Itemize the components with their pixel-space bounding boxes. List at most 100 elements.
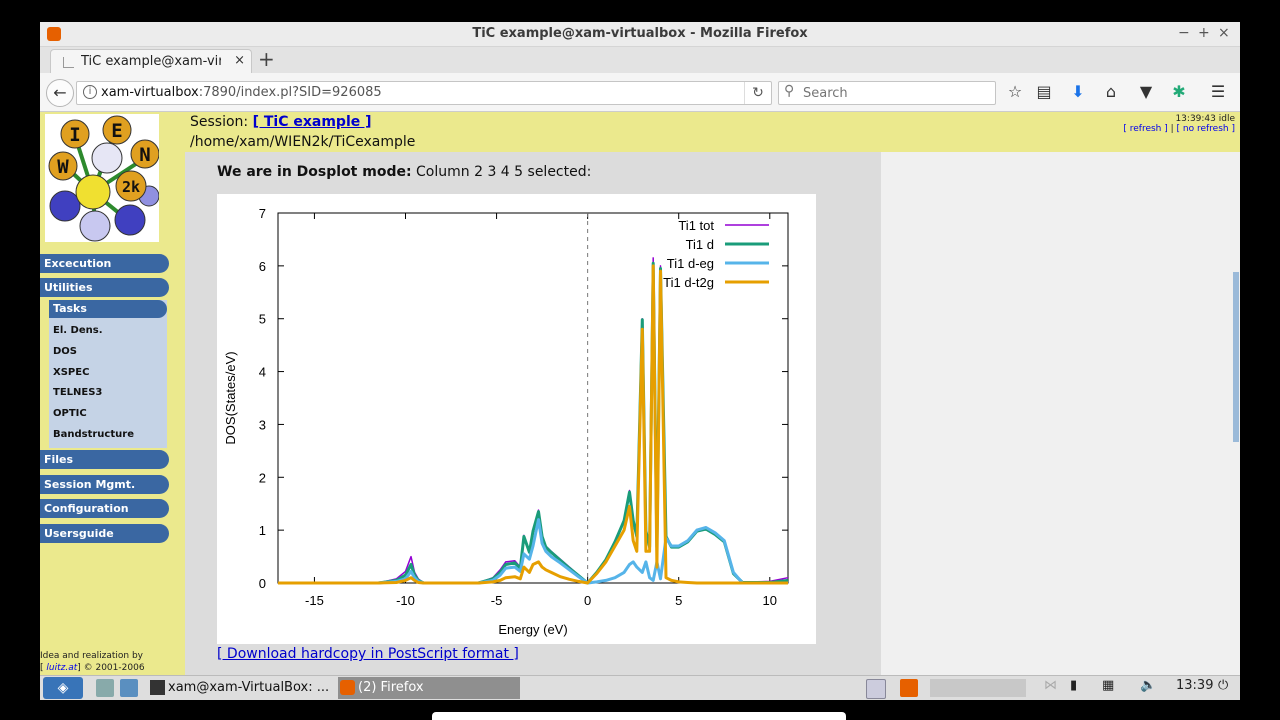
nav-usersguide[interactable]: Usersguide bbox=[40, 524, 169, 543]
x-tick-label: 0 bbox=[584, 593, 591, 608]
dos-plot: -15 -10 -5 0 5 10 0 1 2 3 4 5 6 7 Ti1 tot Ti1 d Ti1 d-e… bbox=[217, 194, 816, 644]
credits-link[interactable]: luitz.at bbox=[46, 663, 77, 673]
extension-icon[interactable]: ✱ bbox=[1168, 81, 1190, 103]
desktop-pager-1[interactable] bbox=[866, 679, 886, 699]
nav-tasks[interactable]: Tasks bbox=[49, 300, 167, 318]
y-tick-label: 7 bbox=[259, 206, 266, 221]
start-menu-button[interactable]: ◈ bbox=[43, 677, 83, 699]
wien2k-logo: I E N W 2k bbox=[45, 114, 159, 242]
bookmark-star-icon[interactable]: ☆ bbox=[1004, 81, 1026, 103]
session-link[interactable]: [ TiC example ] bbox=[253, 114, 372, 130]
refresh-separator: | bbox=[1167, 124, 1177, 134]
window-title: TiC example@xam-virtualbox - Mozilla Fir… bbox=[472, 26, 808, 41]
refresh-link[interactable]: [ refresh ] bbox=[1123, 124, 1167, 134]
logo-letter-w: W bbox=[57, 156, 69, 178]
scrollbar[interactable] bbox=[1233, 272, 1239, 442]
empty-right-area bbox=[881, 152, 1240, 675]
x-tick-label: 5 bbox=[675, 593, 682, 608]
home-icon[interactable]: ⌂ bbox=[1100, 81, 1122, 103]
nav-files[interactable]: Files bbox=[40, 450, 169, 469]
x-tick-label: 10 bbox=[763, 593, 777, 608]
bookmarks-list-icon[interactable]: ▤ bbox=[1033, 81, 1055, 103]
navigation-bar: ← i xam-virtualbox:7890/index.pl?SID=926… bbox=[40, 73, 1240, 112]
battery-icon[interactable]: ▮ bbox=[1070, 678, 1077, 693]
nav-excecution[interactable]: Excecution bbox=[40, 254, 169, 273]
legend-label-2: Ti1 d-eg bbox=[667, 256, 714, 271]
terminal-icon bbox=[150, 680, 165, 695]
session-path: /home/xam/WIEN2k/TiCexample bbox=[190, 134, 416, 150]
taskbar-terminal[interactable]: xam@xam-VirtualBox: ... bbox=[148, 677, 334, 699]
cpu-monitor bbox=[930, 679, 1026, 697]
dos-chart: -15 -10 -5 0 5 10 0 1 2 3 4 5 6 7 Ti1 tot Ti1 d Ti1 d-e… bbox=[223, 206, 789, 637]
web-page: I E N W 2k Excecution Utilities Tasks El… bbox=[40, 112, 1240, 675]
maximize-button[interactable]: + bbox=[1198, 25, 1210, 41]
y-axis-label: DOS(States/eV) bbox=[223, 351, 238, 444]
tab-strip: TiC example@xam-virtualbox × + bbox=[40, 47, 1240, 74]
y-tick-label: 3 bbox=[259, 417, 266, 432]
nav-optic[interactable]: OPTIC bbox=[53, 408, 87, 419]
legend-label-1: Ti1 d bbox=[686, 237, 714, 252]
close-window-button[interactable]: × bbox=[1218, 25, 1230, 41]
back-button[interactable]: ← bbox=[46, 79, 74, 107]
y-tick-label: 0 bbox=[259, 576, 266, 591]
taskbar-clock: 13:39 bbox=[1176, 678, 1214, 693]
credits-line2: ] © 2001-2006 bbox=[77, 663, 145, 673]
menu-icon[interactable]: ☰ bbox=[1207, 81, 1229, 103]
tab-tic-example[interactable]: TiC example@xam-virtualbox × bbox=[50, 49, 252, 74]
info-icon[interactable]: i bbox=[83, 85, 97, 99]
nav-session-mgmt[interactable]: Session Mgmt. bbox=[40, 475, 169, 494]
browser-launcher-icon[interactable] bbox=[120, 679, 138, 697]
nav-configuration[interactable]: Configuration bbox=[40, 499, 169, 518]
y-tick-label: 5 bbox=[259, 312, 266, 327]
new-tab-button[interactable]: + bbox=[258, 47, 275, 71]
nav-dos[interactable]: DOS bbox=[53, 346, 77, 357]
firefox-taskbar-icon bbox=[340, 680, 355, 695]
session-info: Session: [ TiC example ] bbox=[190, 114, 372, 130]
series-line-1 bbox=[278, 261, 789, 585]
main-content: We are in Dosplot mode: Column 2 3 4 5 s… bbox=[185, 152, 881, 675]
page-favicon bbox=[63, 57, 74, 68]
legend-label-3: Ti1 d-t2g bbox=[663, 275, 714, 290]
taskbar-firefox[interactable]: (2) Firefox bbox=[338, 677, 520, 699]
clock-panel: 13:39:43 idle [ refresh ] | [ no refresh… bbox=[1123, 114, 1235, 134]
nav-telnes3[interactable]: TELNES3 bbox=[53, 387, 102, 398]
y-tick-label: 4 bbox=[259, 365, 266, 380]
url-rest: :7890/index.pl?SID=926085 bbox=[198, 85, 382, 100]
bottom-overlay bbox=[432, 712, 846, 720]
url-bar[interactable]: i xam-virtualbox:7890/index.pl?SID=92608… bbox=[76, 81, 772, 105]
sidebar: I E N W 2k Excecution Utilities Tasks El… bbox=[40, 112, 185, 675]
search-bar[interactable]: ⚲ bbox=[778, 81, 996, 105]
close-tab-icon[interactable]: × bbox=[234, 53, 245, 68]
downloads-icon[interactable]: ⬇ bbox=[1067, 81, 1089, 103]
mode-text: We are in Dosplot mode: Column 2 3 4 5 s… bbox=[217, 164, 591, 180]
clock-status: 13:39:43 idle bbox=[1175, 114, 1235, 124]
file-manager-icon[interactable] bbox=[96, 679, 114, 697]
pocket-icon[interactable]: ▼ bbox=[1135, 81, 1157, 103]
logo-letter-i: I bbox=[69, 124, 80, 146]
minimize-button[interactable]: − bbox=[1178, 25, 1190, 41]
search-input[interactable] bbox=[801, 84, 985, 102]
credits-line1: Idea and realization by bbox=[40, 651, 144, 661]
session-header: Session: [ TiC example ] /home/xam/WIEN2… bbox=[185, 112, 1240, 152]
x-tick-label: -15 bbox=[305, 593, 324, 608]
nav-utilities[interactable]: Utilities bbox=[40, 278, 169, 297]
url-text: xam-virtualbox:7890/index.pl?SID=926085 bbox=[101, 85, 382, 100]
network-icon[interactable]: ▦ bbox=[1102, 678, 1114, 693]
y-tick-label: 6 bbox=[259, 259, 266, 274]
download-postscript-link[interactable]: [ Download hardcopy in PostScript format… bbox=[217, 646, 519, 662]
reload-icon[interactable]: ↻ bbox=[744, 82, 771, 104]
session-label: Session: bbox=[190, 114, 249, 130]
bluetooth-icon[interactable]: ⋈ bbox=[1044, 678, 1057, 693]
taskbar-terminal-label: xam@xam-VirtualBox: ... bbox=[168, 680, 330, 695]
power-icon[interactable]: ⏻ bbox=[1218, 678, 1228, 693]
desktop-pager-2[interactable] bbox=[900, 679, 918, 697]
mode-rest: Column 2 3 4 5 selected: bbox=[411, 164, 592, 180]
x-tick-label: -10 bbox=[396, 593, 415, 608]
nav-el-dens[interactable]: El. Dens. bbox=[53, 325, 103, 336]
nav-bandstructure[interactable]: Bandstructure bbox=[53, 429, 134, 440]
nav-xspec[interactable]: XSPEC bbox=[53, 367, 89, 378]
browser-window: TiC example@xam-virtualbox - Mozilla Fir… bbox=[40, 22, 1240, 675]
volume-icon[interactable]: 🔈 bbox=[1140, 678, 1156, 693]
no-refresh-link[interactable]: [ no refresh ] bbox=[1177, 124, 1235, 134]
utilities-submenu: Tasks El. Dens. DOS XSPEC TELNES3 OPTIC … bbox=[49, 300, 167, 448]
